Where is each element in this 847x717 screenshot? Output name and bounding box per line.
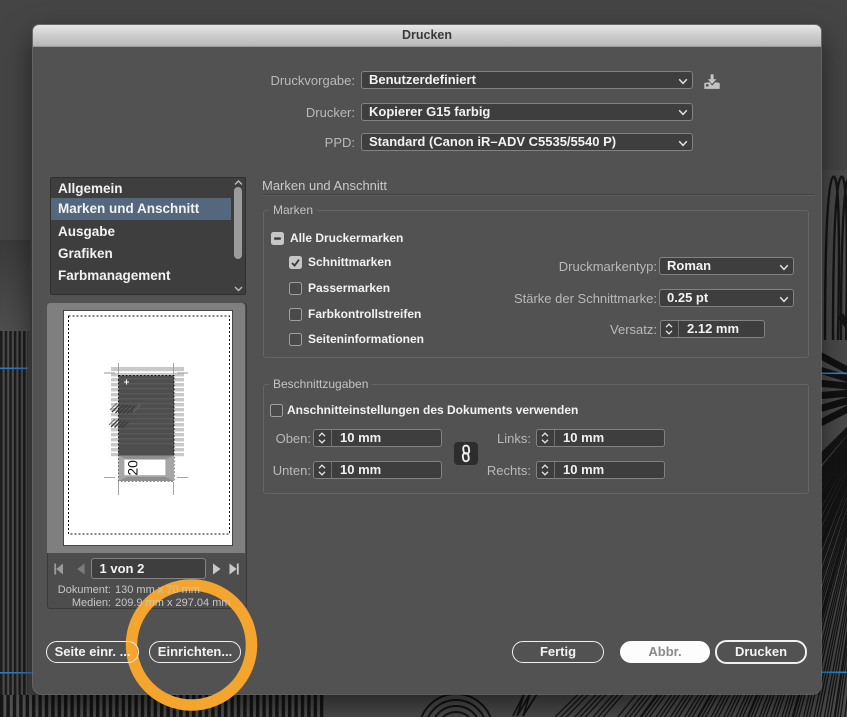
svg-text:20: 20 xyxy=(124,460,140,476)
